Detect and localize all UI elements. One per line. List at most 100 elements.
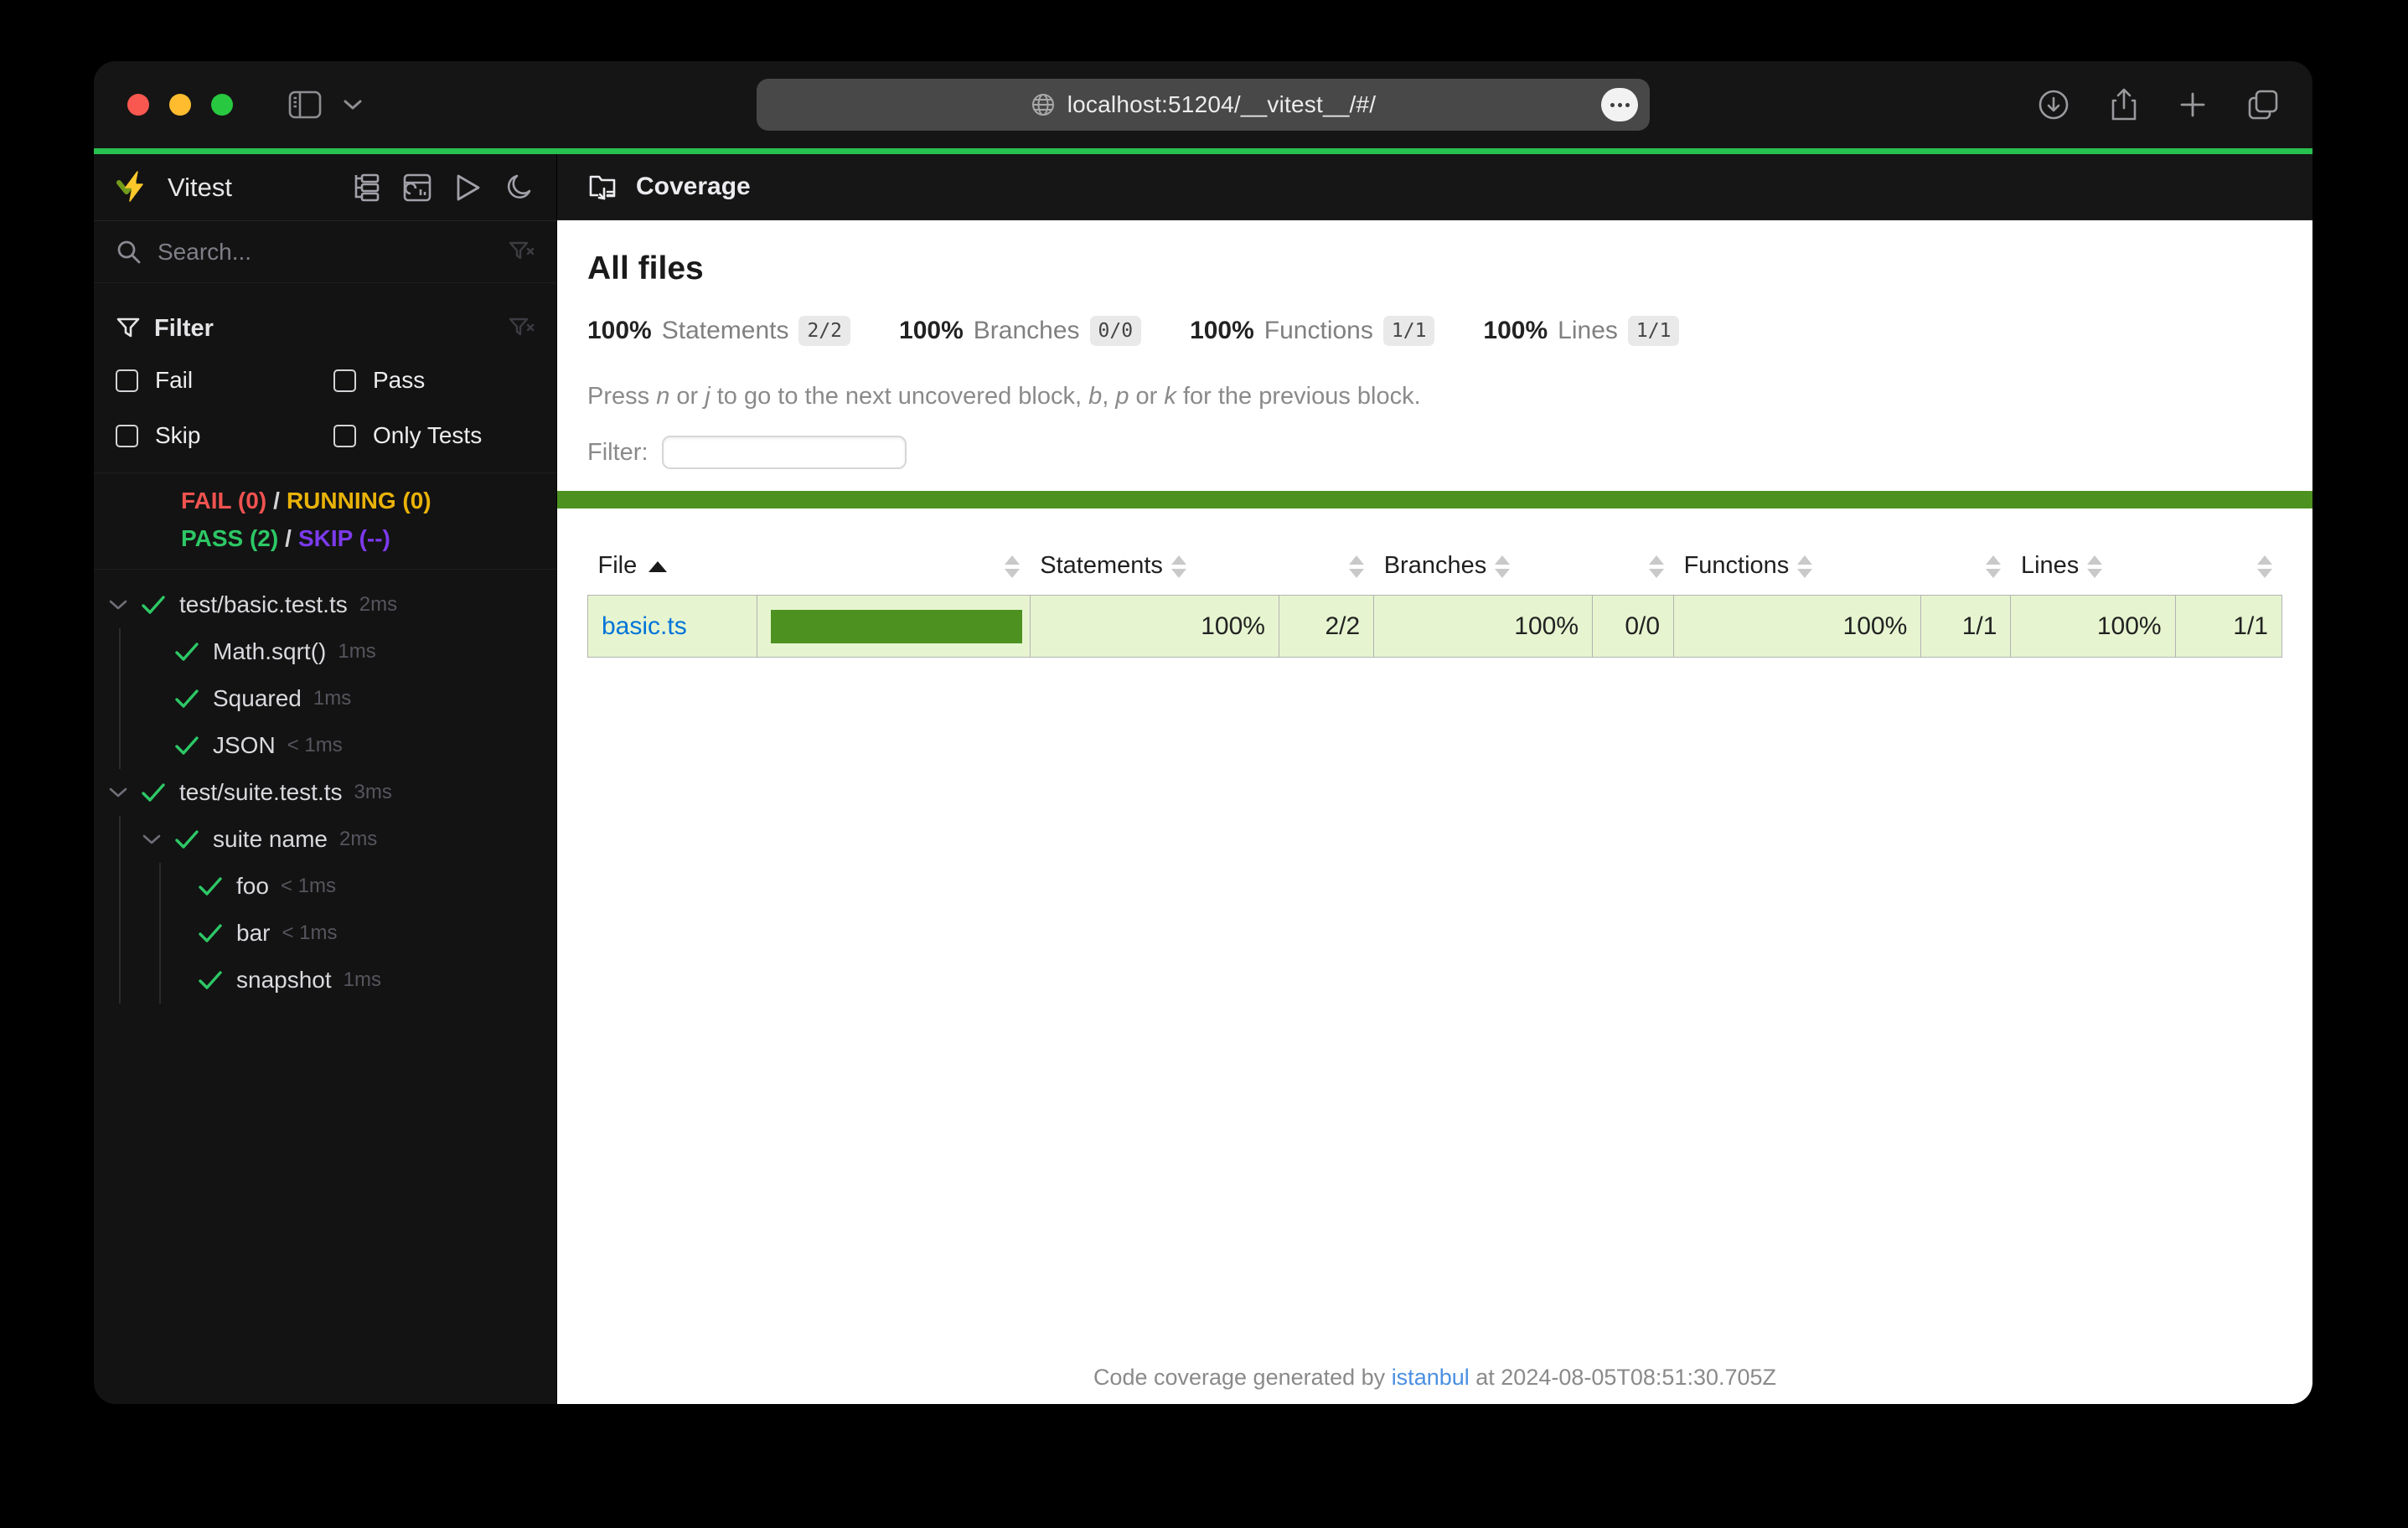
branches-pct-cell: 100% [1373,595,1594,658]
checkbox-skip[interactable]: Skip [116,412,333,459]
metric-pct: 100% [587,317,652,344]
tree-item-test[interactable]: Math.sqrt() 1ms [121,628,556,675]
tree-item-test[interactable]: JSON < 1ms [121,722,556,769]
downloads-icon[interactable] [2038,89,2070,121]
tree-item-test[interactable]: bar < 1ms [161,910,556,957]
report-footer: Code coverage generated by istanbul at 2… [557,1365,2312,1391]
zoom-window-button[interactable] [211,94,233,116]
address-bar[interactable]: localhost:51204/__vitest__/#/ [757,79,1650,131]
pass-check-icon [198,922,223,944]
file-link[interactable]: basic.ts [602,612,687,640]
column-header-branches[interactable]: Branches [1374,544,1593,596]
checkbox-pass[interactable]: Pass [333,357,535,404]
column-header-functions[interactable]: Functions [1674,544,1921,596]
sort-both-icon [1648,555,1664,578]
more-icon[interactable] [1601,88,1638,121]
coverage-bar-cell [757,595,1031,658]
column-header-branches-raw-sorter[interactable] [1593,544,1674,596]
column-header-file[interactable]: File [588,544,757,596]
dark-mode-icon[interactable] [504,173,535,203]
minimize-window-button[interactable] [169,94,191,116]
checkbox-only-tests-box[interactable] [333,424,356,447]
chevron-expanded-icon[interactable] [107,787,129,798]
checkbox-only-tests[interactable]: Only Tests [333,412,535,459]
summary-separator: / [285,525,292,551]
tree-item-file[interactable]: test/basic.test.ts 2ms [94,581,556,628]
checkbox-fail[interactable]: Fail [116,357,333,404]
search-placeholder: Search... [158,238,252,265]
sidebar-toggle-icon[interactable] [288,90,322,119]
tree-item-duration: < 1ms [282,921,338,944]
tree-view-icon[interactable] [350,173,380,203]
clear-search-filter-icon[interactable] [508,239,535,266]
report-title: All files [587,250,704,286]
tree-item-label: suite name [213,826,328,852]
metric-pct: 100% [899,317,964,344]
globe-icon [1031,92,1056,117]
metric-fraction: 2/2 [798,316,851,346]
file-filter-input[interactable] [661,436,907,469]
chevron-expanded-icon[interactable] [107,599,129,611]
coverage-table: File Statements Branches Functions Lines [586,544,2283,658]
metric-pct: 100% [1190,317,1254,344]
chevron-expanded-icon[interactable] [141,834,163,845]
column-header-lines[interactable]: Lines [2011,544,2175,596]
column-header-statements[interactable]: Statements [1030,544,1279,596]
browser-window: localhost:51204/__vitest__/#/ Vitest Sea… [94,61,2312,1404]
tree-item-duration: 2ms [359,593,398,616]
dashboard-icon[interactable] [402,173,432,203]
pass-check-icon [174,641,199,663]
metric-label: Functions [1263,317,1373,344]
coverage-panel-header: Coverage [557,154,2312,220]
filter-title: Filter [154,314,214,342]
file-filter-label: Filter: [587,438,649,466]
column-header-bar-sorter[interactable] [757,544,1031,596]
checkbox-skip-label: Skip [155,422,201,448]
checkbox-pass-box[interactable] [333,369,356,392]
tree-item-test[interactable]: Squared 1ms [121,675,556,722]
sort-asc-icon [649,560,668,572]
window-controls [127,94,233,116]
tree-item-label: test/basic.test.ts [179,591,348,617]
tree-item-duration: 2ms [338,828,378,850]
search-bar[interactable]: Search... [94,221,556,283]
tree-item-label: bar [236,920,271,946]
new-tab-icon[interactable] [2178,90,2207,119]
metric-pct: 100% [1483,317,1548,344]
main-panel: Coverage All files 100% Statements 2/2 1… [557,154,2312,1404]
tree-item-label: test/suite.test.ts [179,779,343,805]
coverage-table-row: basic.ts 100% 2/2 100% 0/0 100% 1/1 100%… [586,595,2283,658]
close-window-button[interactable] [127,94,149,116]
metric-fraction: 1/1 [1382,316,1435,346]
pass-check-icon [174,829,199,850]
metric-statements: 100% Statements 2/2 [587,316,851,346]
run-all-icon[interactable] [454,173,483,203]
column-header-statements-raw-sorter[interactable] [1279,544,1373,596]
sidebar-header: Vitest [94,154,556,221]
istanbul-link[interactable]: istanbul [1392,1365,1470,1390]
sort-both-icon [1797,555,1813,578]
tabs-overview-icon[interactable] [2247,89,2279,121]
column-header-functions-raw-sorter[interactable] [1921,544,2011,596]
summary-separator: / [273,488,280,514]
chevron-down-icon[interactable] [344,99,362,111]
browser-toolbar: localhost:51204/__vitest__/#/ [94,61,2312,148]
metric-fraction: 1/1 [1627,316,1680,346]
checkbox-fail-box[interactable] [116,369,138,392]
checkbox-only-tests-label: Only Tests [373,422,483,448]
vitest-logo [116,169,152,206]
tree-item-test[interactable]: snapshot 1ms [161,957,556,1004]
tree-item-label: foo [236,873,269,899]
coverage-bar [771,609,1023,643]
tree-item-suite[interactable]: suite name 2ms [121,816,556,863]
tree-item-file[interactable]: test/suite.test.ts 3ms [94,769,556,816]
clear-filter-icon[interactable] [508,315,535,342]
app-title: Vitest [168,172,232,202]
checkbox-skip-box[interactable] [116,424,138,447]
tree-item-test[interactable]: foo < 1ms [161,863,556,910]
metric-branches: 100% Branches 0/0 [899,316,1142,346]
column-header-lines-raw-sorter[interactable] [2175,544,2281,596]
share-icon[interactable] [2110,88,2138,121]
metric-label: Lines [1558,317,1618,344]
sort-both-icon [1170,555,1186,578]
